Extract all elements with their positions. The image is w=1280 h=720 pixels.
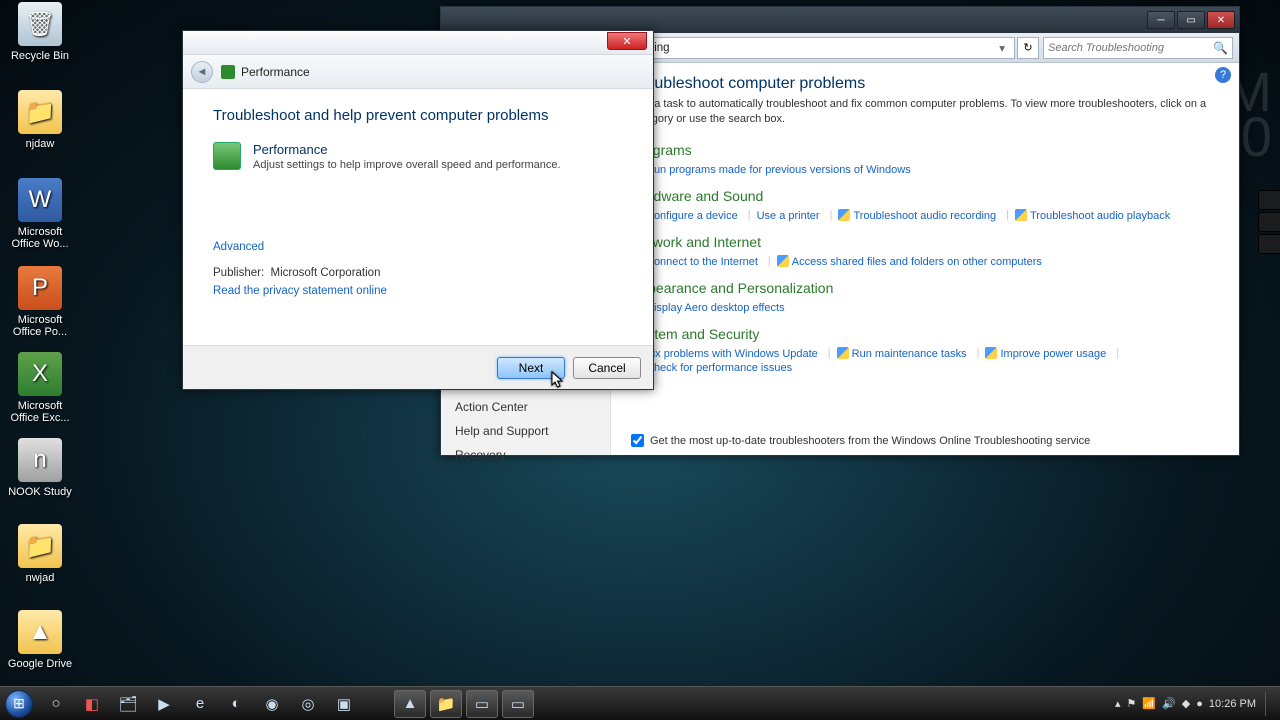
start-button[interactable]: ⊞ xyxy=(0,687,38,720)
troubleshooter-link[interactable]: Run programs made for previous versions … xyxy=(646,164,911,176)
performance-icon xyxy=(221,65,235,79)
sidebar-item-help[interactable]: Help and Support xyxy=(441,419,610,443)
footer-checkbox-label: Get the most up-to-date troubleshooters … xyxy=(650,435,1090,447)
tray-expand-icon[interactable]: ▴ xyxy=(1115,697,1121,710)
desktop-icon-recycle-bin[interactable]: 🗑Recycle Bin xyxy=(2,2,78,62)
main-content: Troubleshoot computer problems Run a tas… xyxy=(611,63,1239,455)
troubleshooter-link[interactable]: Run maintenance tasks xyxy=(852,348,967,360)
page-title: Troubleshoot computer problems xyxy=(631,75,1219,93)
desktop-icon-folder[interactable]: 📁njdaw xyxy=(2,90,78,150)
back-button[interactable]: ◄ xyxy=(191,61,213,83)
flag-icon[interactable]: ⚑ xyxy=(1127,697,1137,710)
wizard-header-title: Performance xyxy=(241,65,310,79)
troubleshooter-link[interactable]: Fix problems with Windows Update xyxy=(646,348,818,360)
search-input[interactable] xyxy=(1048,42,1213,54)
task-item[interactable]: ▲ xyxy=(394,690,426,718)
category-head[interactable]: Network and Internet xyxy=(631,234,1219,250)
close-button[interactable]: ✕ xyxy=(607,32,647,50)
google-drive-icon: ▲ xyxy=(18,610,62,654)
next-button[interactable]: Next xyxy=(497,357,565,379)
volume-icon[interactable]: 🔊 xyxy=(1162,697,1176,710)
word-icon: W xyxy=(18,178,62,222)
sidebar-item-recovery[interactable]: Recovery xyxy=(441,443,610,467)
task-item[interactable]: ▭ xyxy=(502,690,534,718)
shield-icon xyxy=(1015,209,1027,221)
refresh-button[interactable]: ↻ xyxy=(1017,37,1039,59)
troubleshooter-link[interactable]: Use a printer xyxy=(757,210,820,222)
minimize-button[interactable]: ─ xyxy=(1147,11,1175,29)
troubleshooter-link[interactable]: Display Aero desktop effects xyxy=(646,302,785,314)
shield-icon xyxy=(777,255,789,267)
search-icon[interactable]: 🔍 xyxy=(1213,41,1228,55)
task-item[interactable]: ▣ xyxy=(328,690,360,718)
wizard-item-title: Performance xyxy=(253,142,561,157)
troubleshooter-link[interactable]: Troubleshoot audio playback xyxy=(1030,210,1170,222)
sidebar-item-action-center[interactable]: Action Center xyxy=(441,395,610,419)
cancel-button[interactable]: Cancel xyxy=(573,357,641,379)
powerpoint-icon: P xyxy=(18,266,62,310)
shield-icon xyxy=(837,347,849,359)
close-button[interactable]: ✕ xyxy=(1207,11,1235,29)
side-tabs xyxy=(1258,190,1280,256)
network-icon[interactable]: 📶 xyxy=(1142,697,1156,710)
nook-icon: n xyxy=(18,438,62,482)
task-item[interactable]: e xyxy=(184,690,216,718)
dropdown-icon[interactable]: ▾ xyxy=(999,41,1005,55)
show-desktop-button[interactable] xyxy=(1265,692,1273,716)
wizard-item: Performance Adjust settings to help impr… xyxy=(213,142,623,171)
category-head[interactable]: Programs xyxy=(631,142,1219,158)
folder-icon: 📁 xyxy=(18,524,62,568)
taskbar: ⊞ ○ ◧ 🗂 ▶ e ◐ ◉ ◎ ▣ ▲ 📁 ▭ ▭ ▴ ⚑ 📶 🔊 ◆ ● … xyxy=(0,686,1280,720)
shield-icon xyxy=(985,347,997,359)
desktop-icon-excel[interactable]: XMicrosoft Office Exc... xyxy=(2,352,78,424)
task-item[interactable]: ◐ xyxy=(220,690,252,718)
publisher-row: Publisher: Microsoft Corporation xyxy=(213,267,623,279)
maximize-button[interactable]: ▭ xyxy=(1177,11,1205,29)
desktop-icon-folder2[interactable]: 📁nwjad xyxy=(2,524,78,584)
clock[interactable]: 10:26 PM xyxy=(1209,698,1256,710)
desktop-icon-gdrive[interactable]: ▲Google Drive xyxy=(2,610,78,670)
windows-logo-icon: ⊞ xyxy=(5,690,33,718)
folder-icon: 📁 xyxy=(18,90,62,134)
wizard-item-desc: Adjust settings to help improve overall … xyxy=(253,159,561,171)
troubleshooter-link[interactable]: Access shared files and folders on other… xyxy=(792,256,1042,268)
desktop-icon-powerpoint[interactable]: PMicrosoft Office Po... xyxy=(2,266,78,338)
desktop-icon-word[interactable]: WMicrosoft Office Wo... xyxy=(2,178,78,250)
desktop-icon-nook[interactable]: nNOOK Study xyxy=(2,438,78,498)
excel-icon: X xyxy=(18,352,62,396)
task-item[interactable]: ◎ xyxy=(292,690,324,718)
online-troubleshooters-checkbox[interactable] xyxy=(631,434,644,447)
wizard-titlebar[interactable]: ✕ xyxy=(183,31,653,55)
task-item[interactable]: ▶ xyxy=(148,690,180,718)
task-item[interactable]: 📁 xyxy=(430,690,462,718)
category-head[interactable]: Appearance and Personalization xyxy=(631,280,1219,296)
performance-wizard: ✕ ◄ Performance Troubleshoot and help pr… xyxy=(182,30,654,390)
wizard-header: ◄ Performance xyxy=(183,55,653,89)
privacy-link[interactable]: Read the privacy statement online xyxy=(213,285,623,297)
task-item[interactable]: ◧ xyxy=(76,690,108,718)
troubleshooter-link[interactable]: Configure a device xyxy=(646,210,738,222)
tray-icon[interactable]: ● xyxy=(1196,698,1203,710)
performance-icon xyxy=(213,142,241,170)
wizard-title: Troubleshoot and help prevent computer p… xyxy=(213,107,623,124)
tray-icon[interactable]: ◆ xyxy=(1182,697,1190,710)
task-item[interactable]: ○ xyxy=(40,690,72,718)
search-box[interactable]: 🔍 xyxy=(1043,37,1233,59)
shield-icon xyxy=(838,209,850,221)
footer-checkbox-row: Get the most up-to-date troubleshooters … xyxy=(631,434,1090,447)
task-item[interactable]: 🗂 xyxy=(112,690,144,718)
category-head[interactable]: System and Security xyxy=(631,326,1219,342)
task-item[interactable]: ◉ xyxy=(256,690,288,718)
recycle-bin-icon: 🗑 xyxy=(18,2,62,46)
troubleshooter-link[interactable]: Check for performance issues xyxy=(646,362,792,374)
wizard-footer: Next Cancel xyxy=(183,345,653,389)
troubleshooter-link[interactable]: Improve power usage xyxy=(1000,348,1106,360)
system-tray[interactable]: ▴ ⚑ 📶 🔊 ◆ ● 10:26 PM xyxy=(1112,692,1280,716)
troubleshooter-link[interactable]: Connect to the Internet xyxy=(646,256,758,268)
troubleshooter-link[interactable]: Troubleshoot audio recording xyxy=(853,210,996,222)
category-head[interactable]: Hardware and Sound xyxy=(631,188,1219,204)
advanced-link[interactable]: Advanced xyxy=(213,241,623,253)
task-item[interactable]: ▭ xyxy=(466,690,498,718)
page-desc: Run a task to automatically troubleshoot… xyxy=(631,97,1219,128)
